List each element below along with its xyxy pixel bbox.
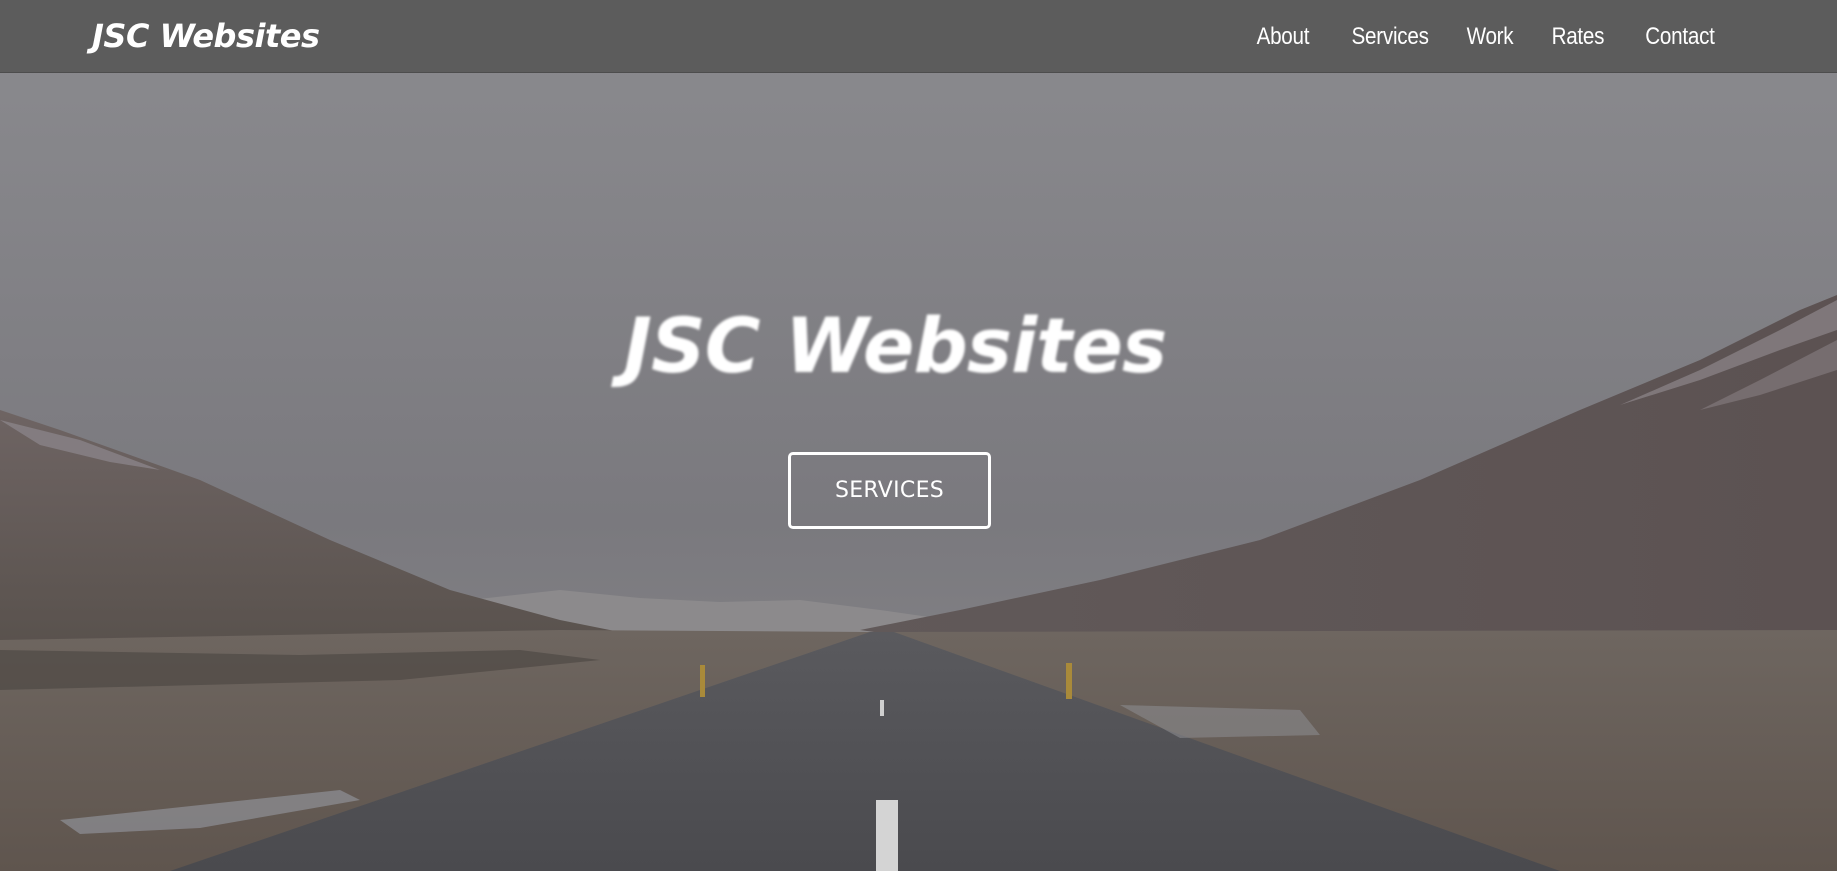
nav-link-contact[interactable]: Contact (1646, 23, 1716, 51)
main-nav: About Services Work Rates Contact (1218, 0, 1716, 73)
nav-link-services[interactable]: Services (1352, 23, 1429, 51)
brand-logo[interactable]: JSC Websites (92, 16, 320, 56)
nav-link-work[interactable]: Work (1466, 23, 1513, 51)
nav-link-about[interactable]: About (1257, 23, 1310, 51)
hero-title: JSC Websites (623, 300, 1168, 390)
services-button[interactable]: SERVICES (788, 452, 991, 529)
nav-link-rates[interactable]: Rates (1552, 23, 1605, 51)
navbar: JSC Websites About Services Work Rates C… (0, 0, 1837, 73)
hero-background-image (0, 0, 1837, 871)
hero-section: JSC Websites About Services Work Rates C… (0, 0, 1837, 871)
